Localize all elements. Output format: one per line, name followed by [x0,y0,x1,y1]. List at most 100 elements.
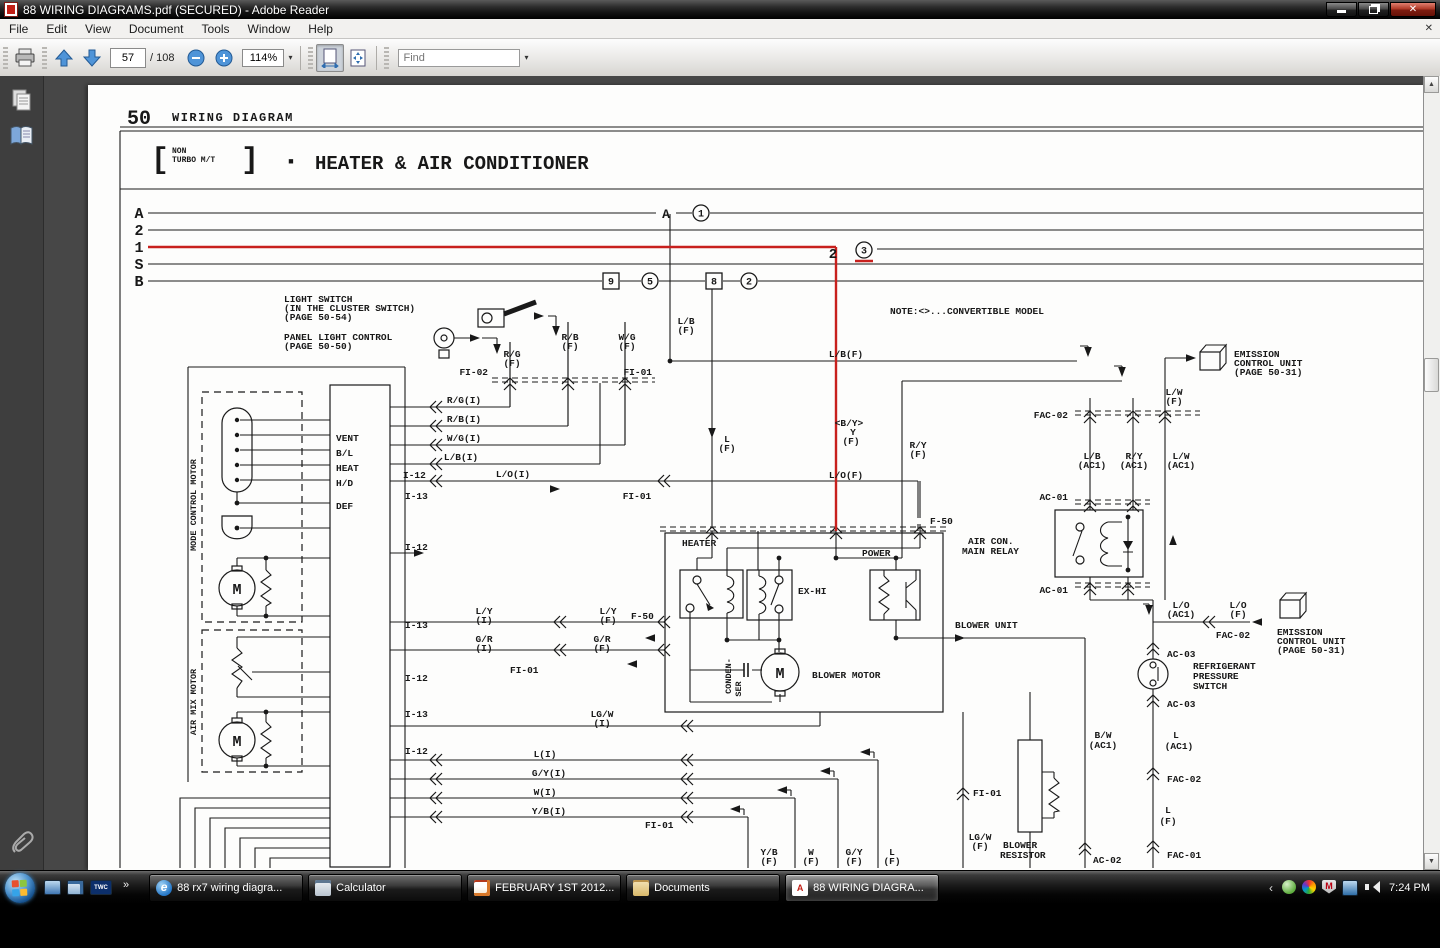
svg-text:RESISTOR: RESISTOR [1000,850,1046,861]
fit-page-button[interactable] [344,44,372,72]
svg-text:(AC1): (AC1) [1120,460,1149,471]
bookmarks-panel-icon[interactable] [9,124,35,148]
svg-text:FAC-02: FAC-02 [1167,774,1202,785]
scroll-down-button[interactable]: ▼ [1424,853,1439,870]
svg-text:■: ■ [288,157,293,167]
pages-panel-icon[interactable] [10,88,34,112]
minimize-icon [1337,10,1346,13]
system-tray: ‹ M 7:24 PM [1269,880,1440,896]
twc-icon[interactable]: TWC [90,880,112,895]
svg-text:2: 2 [746,278,752,289]
menu-item-tools[interactable]: Tools [193,21,239,37]
menu-item-help[interactable]: Help [299,21,342,37]
svg-text:A: A [662,207,670,222]
find-dropdown-icon[interactable]: ▾ [520,53,532,62]
zoom-dropdown-icon[interactable]: ▾ [284,53,296,62]
update-icon[interactable] [1282,880,1296,894]
svg-text:BLOWER MOTOR: BLOWER MOTOR [812,670,881,681]
svg-text:I-12: I-12 [403,470,426,481]
find-input[interactable] [398,49,520,67]
menu-item-edit[interactable]: Edit [37,21,76,37]
svg-text:S: S [134,257,143,274]
next-page-button[interactable] [78,44,106,72]
menu-item-view[interactable]: View [76,21,120,37]
svg-text:(F): (F) [1165,396,1182,407]
plus-icon [215,49,233,67]
svg-text:M: M [775,666,784,683]
minus-icon [187,49,205,67]
tray-collapse-icon[interactable]: ‹ [1269,881,1273,895]
menu-bar: FileEditViewDocumentToolsWindowHelp ✕ [0,19,1440,39]
taskbar-button-february-1st-2012[interactable]: FEBRUARY 1ST 2012... [467,874,621,902]
zoom-in-button[interactable] [210,44,238,72]
svg-text:G/Y(I): G/Y(I) [532,768,566,779]
scrollbar-thumb[interactable] [1424,358,1439,392]
svg-text:R/G(I): R/G(I) [447,395,481,406]
vertical-scrollbar[interactable]: ▲ ▼ [1423,76,1440,870]
svg-text:NOTE:<>...CONVERTIBLE MODEL: NOTE:<>...CONVERTIBLE MODEL [890,306,1044,317]
toolbar: / 108 114% ▾ ▾ [0,39,1440,77]
scroll-up-button[interactable]: ▲ [1424,76,1439,93]
svg-text:AC-01: AC-01 [1039,492,1068,503]
svg-text:(F): (F) [1159,816,1176,827]
svg-text:(AC1): (AC1) [1167,609,1196,620]
print-button[interactable] [11,44,39,72]
svg-text:WIRING DIAGRAM: WIRING DIAGRAM [172,111,294,125]
svg-text:SER: SER [734,680,744,696]
quick-launch-overflow-icon[interactable]: » [123,879,129,891]
start-button[interactable] [5,873,35,903]
menu-item-document[interactable]: Document [120,21,193,37]
svg-text:I-13: I-13 [405,491,428,502]
window-switcher-icon[interactable] [67,880,84,895]
zoom-out-button[interactable] [182,44,210,72]
svg-text:POWER: POWER [862,548,891,559]
show-desktop-icon[interactable] [44,880,61,895]
previous-page-button[interactable] [50,44,78,72]
svg-text:(F): (F) [503,358,520,369]
network-icon[interactable] [1342,880,1358,896]
svg-text:FI-01: FI-01 [623,367,652,378]
wiring-diagram: 50WIRING DIAGRAM[]NONTURBO M/T■HEATER & … [88,85,1424,870]
fit-width-button[interactable] [316,44,344,72]
restore-button[interactable] [1358,2,1389,17]
minimize-button[interactable] [1326,2,1357,17]
svg-text:(I): (I) [475,615,492,626]
taskbar-button-documents[interactable]: Documents [626,874,780,902]
svg-text:L(I): L(I) [534,749,557,760]
svg-text:1: 1 [134,240,143,257]
svg-text:(I): (I) [475,643,492,654]
attachments-paperclip-icon[interactable] [9,830,35,860]
page-number-input[interactable] [110,48,146,68]
svg-text:8: 8 [711,278,717,289]
taskbar-button-88-wiring-diagra[interactable]: A88 WIRING DIAGRA... [785,874,939,902]
svg-text:(AC1): (AC1) [1089,740,1118,751]
adobe-pdf-icon: A [792,880,808,896]
toolbar-close-icon[interactable]: ✕ [1425,23,1433,34]
connector-lines [492,378,1200,587]
menu-item-file[interactable]: File [0,21,37,37]
close-button[interactable]: ✕ [1390,2,1436,17]
svg-text:SWITCH: SWITCH [1193,681,1228,692]
volume-icon[interactable] [1364,880,1378,894]
menu-item-window[interactable]: Window [239,21,300,37]
svg-text:HEAT: HEAT [336,463,359,474]
taskbar-button-calculator[interactable]: Calculator [308,874,462,902]
title-bar: 88 WIRING DIAGRAMS.pdf (SECURED) - Adobe… [0,0,1440,19]
svg-text:HEATER & AIR CONDITIONER: HEATER & AIR CONDITIONER [315,153,589,175]
svg-text:I-12: I-12 [405,542,428,553]
svg-text:I-12: I-12 [405,746,428,757]
taskbar-button-88-rx7-wiring-diagra[interactable]: e88 rx7 wiring diagra... [149,874,303,902]
svg-text:F-50: F-50 [631,611,654,622]
svg-text:(I): (I) [593,718,610,729]
svg-text:(F): (F) [561,341,578,352]
taskbar-clock[interactable]: 7:24 PM [1389,882,1430,894]
svg-text:50: 50 [127,108,151,131]
svg-text:FI-01: FI-01 [623,491,652,502]
mcafee-shield-icon[interactable]: M [1322,880,1336,894]
zoom-level-value[interactable]: 114% [242,49,284,67]
color-wheel-icon[interactable] [1302,880,1316,894]
break-marks [430,378,1215,855]
printer-icon [14,48,36,68]
svg-text:AC-03: AC-03 [1167,699,1196,710]
svg-text:NON: NON [172,147,187,156]
